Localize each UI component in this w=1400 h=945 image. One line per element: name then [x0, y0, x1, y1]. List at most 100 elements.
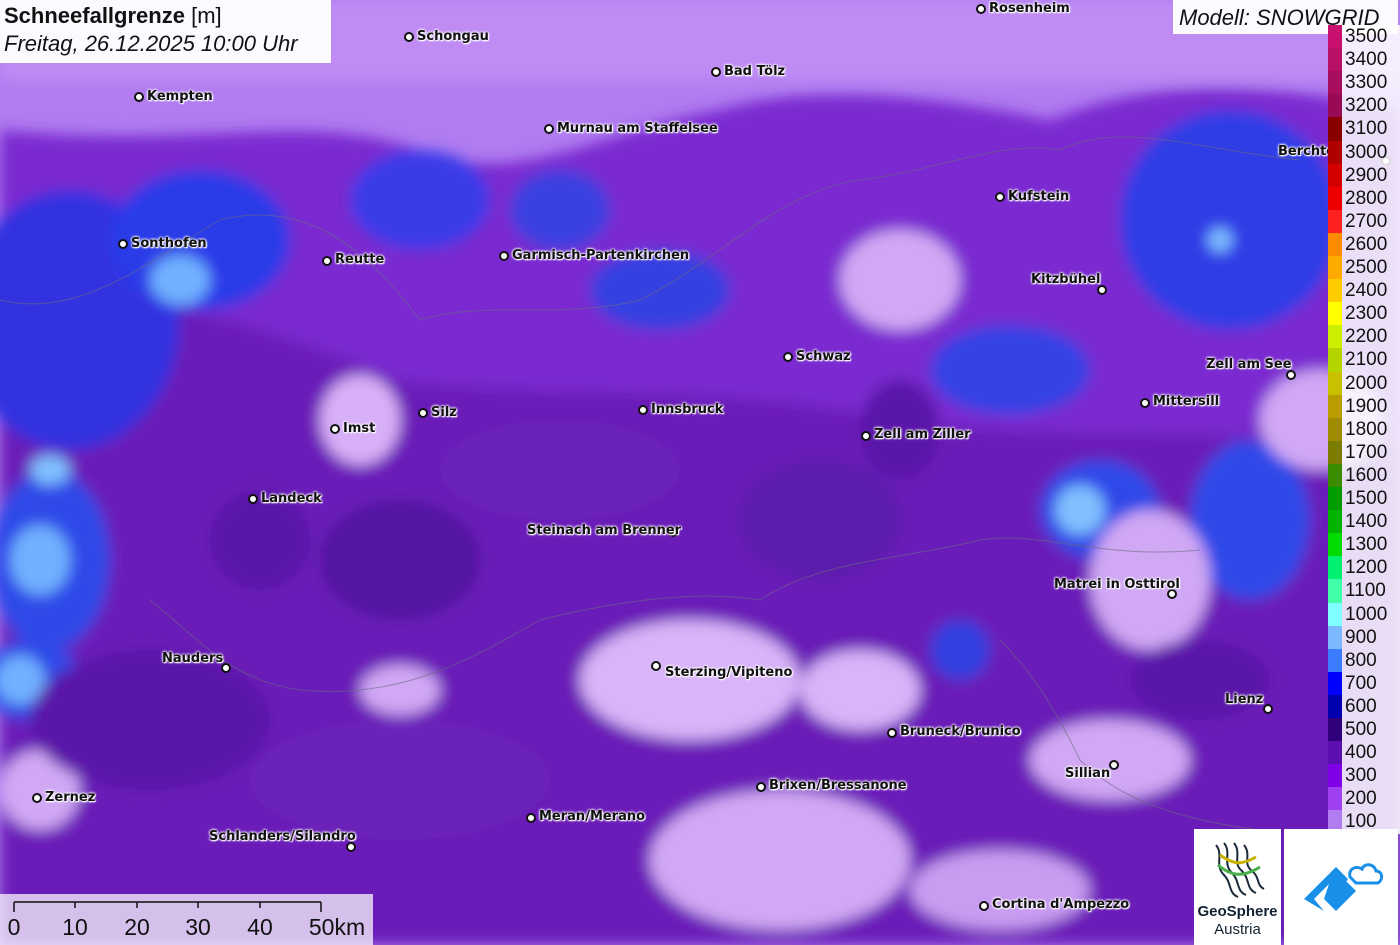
- legend-row: 300: [1328, 764, 1400, 788]
- legend-label: 500: [1342, 718, 1400, 742]
- legend-label: 600: [1342, 694, 1400, 719]
- city-label: Bad Tölz: [724, 64, 786, 79]
- legend-label: 2600: [1342, 232, 1400, 257]
- snowfall-limit-map[interactable]: [0, 0, 1400, 945]
- city-label: Silz: [431, 405, 457, 420]
- legend-row: 3300: [1328, 71, 1400, 95]
- legend-label: 3000: [1342, 140, 1400, 164]
- legend-swatch: [1328, 371, 1342, 395]
- city-marker: [499, 251, 509, 261]
- legend-swatch: [1328, 579, 1342, 603]
- legend-label: 1800: [1342, 417, 1400, 441]
- scale-label: 20: [124, 914, 150, 940]
- legend-swatch: [1328, 463, 1342, 488]
- legend-label: 1000: [1342, 602, 1400, 626]
- city-label: Garmisch-Partenkirchen: [512, 248, 690, 263]
- legend-swatch: [1328, 602, 1342, 626]
- city-marker: [861, 431, 871, 441]
- legend-row: 1100: [1328, 579, 1400, 603]
- legend-row: 2800: [1328, 186, 1400, 210]
- legend-swatch: [1328, 348, 1342, 372]
- legend-row: 2600: [1328, 232, 1400, 257]
- legend-swatch: [1328, 787, 1342, 811]
- city-label: Zell am Ziller: [874, 427, 971, 442]
- parameter-name: Schneefallgrenze: [4, 3, 185, 28]
- city-marker: [711, 67, 721, 77]
- forecast-datetime: Freitag, 26.12.2025 10:00 Uhr: [4, 31, 298, 56]
- city-label: Murnau am Staffelsee: [557, 121, 718, 136]
- city-label: Nauders: [162, 651, 224, 666]
- legend-row: 1600: [1328, 463, 1400, 488]
- city-marker: [1109, 760, 1119, 770]
- legend-swatch: [1328, 325, 1342, 349]
- color-legend: 3500 3400 3300 3200 3100 3000 2900 2800 …: [1328, 25, 1400, 834]
- legend-swatch: [1328, 671, 1342, 695]
- geosphere-name: GeoSphere: [1197, 903, 1278, 920]
- legend-row: 2700: [1328, 209, 1400, 233]
- legend-label: 3100: [1342, 117, 1400, 141]
- city-marker: [756, 782, 766, 792]
- city-marker: [118, 239, 128, 249]
- city-marker: [32, 793, 42, 803]
- parameter-unit: [m]: [191, 3, 222, 28]
- city-marker: [248, 494, 258, 504]
- legend-label: 300: [1342, 764, 1400, 788]
- city-marker: [404, 32, 414, 42]
- legend-row: 2000: [1328, 371, 1400, 395]
- legend-row: 2100: [1328, 348, 1400, 372]
- city-label: Berchte: [1278, 144, 1336, 159]
- legend-row: 1300: [1328, 533, 1400, 557]
- city-label: Kempten: [147, 89, 213, 104]
- city-marker: [418, 408, 428, 418]
- legend-row: 3000: [1328, 140, 1400, 164]
- legend-swatch: [1328, 232, 1342, 257]
- legend-row: 1400: [1328, 510, 1400, 534]
- legend-label: 1300: [1342, 533, 1400, 557]
- legend-label: 700: [1342, 671, 1400, 695]
- legend-label: 1900: [1342, 394, 1400, 418]
- city-marker: [783, 352, 793, 362]
- legend-label: 2400: [1342, 279, 1400, 303]
- scale-label: 50km: [308, 914, 366, 940]
- city-marker: [330, 424, 340, 434]
- city-label: Schwaz: [796, 349, 851, 364]
- legend-swatch: [1328, 718, 1342, 742]
- city-marker: [526, 813, 536, 823]
- city-marker: [1140, 398, 1150, 408]
- legend-label: 1100: [1342, 579, 1400, 603]
- city-label: Schongau: [417, 29, 489, 44]
- legend-label: 2800: [1342, 186, 1400, 210]
- city-label: Zell am See: [1206, 357, 1292, 372]
- legend-swatch: [1328, 694, 1342, 719]
- legend-row: 2300: [1328, 302, 1400, 326]
- legend-swatch: [1328, 209, 1342, 233]
- city-label: Steinach am Brenner: [527, 523, 682, 538]
- city-label: Zernez: [45, 790, 96, 805]
- legend-row: 3100: [1328, 117, 1400, 141]
- legend-label: 1400: [1342, 510, 1400, 534]
- city-label: Rosenheim: [989, 1, 1070, 16]
- legend-swatch: [1328, 487, 1342, 511]
- legend-row: 1500: [1328, 487, 1400, 511]
- legend-row: 700: [1328, 671, 1400, 695]
- legend-label: 1500: [1342, 487, 1400, 511]
- city-marker: [979, 901, 989, 911]
- legend-row: 200: [1328, 787, 1400, 811]
- legend-row: 500: [1328, 718, 1400, 742]
- city-label: Reutte: [335, 252, 385, 267]
- city-marker: [134, 92, 144, 102]
- legend-swatch: [1328, 510, 1342, 534]
- legend-label: 3500: [1342, 25, 1400, 49]
- city-label: Innsbruck: [651, 402, 724, 417]
- legend-row: 3500: [1328, 25, 1400, 49]
- city-label: Kufstein: [1008, 189, 1070, 204]
- city-marker: [887, 728, 897, 738]
- city-marker: [1263, 704, 1273, 714]
- legend-label: 400: [1342, 741, 1400, 765]
- legend-swatch: [1328, 256, 1342, 280]
- legend-row: 1200: [1328, 556, 1400, 580]
- city-marker: [651, 661, 661, 671]
- legend-row: 3200: [1328, 94, 1400, 118]
- legend-swatch: [1328, 302, 1342, 326]
- legend-swatch: [1328, 533, 1342, 557]
